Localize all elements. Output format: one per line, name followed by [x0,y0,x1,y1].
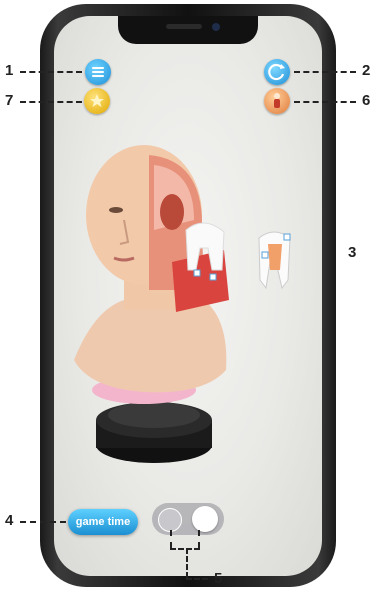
ar-scene [74,145,291,463]
callout-5-leader-end [186,578,208,580]
game-time-button[interactable]: game time [68,509,138,535]
callout-6-leader [294,101,356,103]
pedestal-pattern [108,402,200,428]
menu-icon [92,67,104,69]
callout-6: 6 [362,92,371,109]
toggle-knob [192,506,218,532]
refresh-icon [268,63,285,81]
phone-notch [118,16,258,44]
callout-7: 7 [5,92,14,109]
tooth-detail-model[interactable] [258,231,291,290]
callout-5-leader-left [170,530,172,548]
refresh-button[interactable] [264,59,290,85]
callout-5-leader-right [198,530,200,548]
camera-toggle[interactable] [152,503,224,535]
anatomy-icon [274,93,280,108]
camera-icon [158,508,182,532]
star-button[interactable] [84,88,110,114]
callout-1: 1 [5,62,14,79]
callout-4-leader [20,521,66,523]
game-time-label: game time [75,516,131,528]
head-anatomy-model[interactable] [74,300,227,393]
anatomy-button[interactable] [264,88,290,114]
callout-3: 3 [348,244,357,261]
star-icon [90,94,104,107]
callout-2: 2 [362,62,371,79]
callout-4: 4 [5,512,14,529]
callout-5-leader-bottom [170,548,200,550]
callout-5-leader-stem [186,548,188,578]
menu-button[interactable] [85,59,111,85]
callout-7-leader [20,101,82,103]
callout-1-leader [20,71,82,73]
callout-5: 5 [214,570,223,587]
callout-2-leader [294,71,356,73]
